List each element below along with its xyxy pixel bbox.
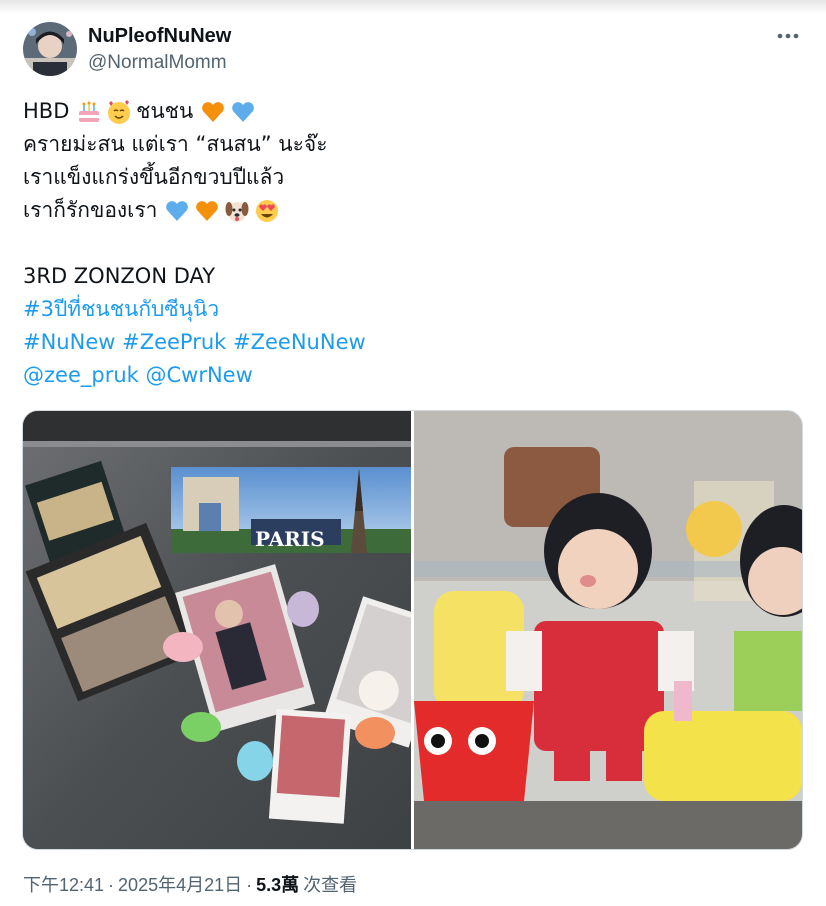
tweet-line-4: เราก็รักของเรา — [23, 194, 803, 227]
tweet-time[interactable]: 下午12:41 — [23, 873, 104, 897]
birthday-cake-icon — [79, 101, 100, 122]
paris-sign-text: PARIS — [255, 527, 325, 551]
tweet-hashtag-line-1: #3ปีที่ชนชนกับซีนุนิว — [23, 293, 803, 326]
dog-face-icon — [225, 201, 249, 222]
hashtag-link[interactable]: #ZeePruk — [122, 326, 226, 359]
acrylic-figures-photo — [414, 411, 802, 849]
author-display-name[interactable]: NuPleofNuNew — [88, 23, 231, 49]
tweet-media-grid: PARIS — [22, 410, 803, 850]
mention-link[interactable]: @CwrNew — [146, 359, 253, 392]
mention-link[interactable]: @zee_pruk — [23, 359, 139, 392]
media-photo-left[interactable]: PARIS — [23, 411, 411, 849]
media-photo-right[interactable] — [414, 411, 802, 849]
more-options-button[interactable] — [770, 22, 806, 50]
tweet-mention-line: @zee_pruk @CwrNew — [23, 359, 803, 392]
more-icon — [777, 33, 799, 39]
tweet-line-2: ครายม่ะสน แต่เรา “สนสน” นะจ๊ะ — [23, 132, 328, 156]
author-avatar[interactable] — [23, 22, 77, 76]
meta-separator: · — [246, 875, 253, 895]
tweet-line-1-word: ชนชน — [136, 99, 194, 123]
meta-separator: · — [108, 875, 115, 895]
hashtag-link[interactable]: #NuNew — [23, 326, 115, 359]
previous-tweet-edge — [0, 0, 826, 14]
tweet-line-1-prefix: HBD — [23, 99, 70, 123]
tweet-line-4-text: เราก็รักของเรา — [23, 198, 158, 222]
blue-heart-icon — [166, 200, 188, 221]
views-count: 5.3萬 — [256, 875, 300, 895]
tweet-text: HBD ชนชน ครายม่ะสน แต่เรา “สนสน” นะจ๊ะ เ… — [23, 95, 803, 392]
tweet-line-1: HBD ชนชน — [23, 95, 803, 128]
tweet-hashtag-line-2: #NuNew #ZeePruk #ZeeNuNew — [23, 326, 803, 359]
fridge-magnets-photo: PARIS — [23, 411, 411, 849]
blue-heart-icon — [232, 101, 254, 122]
hashtag-link[interactable]: #3ปีที่ชนชนกับซีนุนิว — [23, 293, 219, 326]
tweet-date[interactable]: 2025年4月21日 — [118, 873, 242, 897]
views-label: 次查看 — [303, 875, 358, 895]
orange-heart-icon — [196, 200, 218, 221]
tweet-meta: 下午12:41 · 2025年4月21日 · 5.3萬 次查看 — [23, 873, 357, 897]
smiling-face-with-hearts-icon — [108, 99, 131, 124]
hashtag-link[interactable]: #ZeeNuNew — [233, 326, 366, 359]
tweet-line-5: 3RD ZONZON DAY — [23, 264, 216, 288]
orange-heart-icon — [202, 101, 224, 122]
author-handle[interactable]: @NormalMomm — [88, 51, 227, 75]
heart-eyes-icon — [256, 199, 279, 222]
profile-avatar-image — [23, 22, 77, 76]
tweet-line-3: เราแข็งแกร่งขึ้นอีกขวบปีแล้ว — [23, 165, 285, 189]
